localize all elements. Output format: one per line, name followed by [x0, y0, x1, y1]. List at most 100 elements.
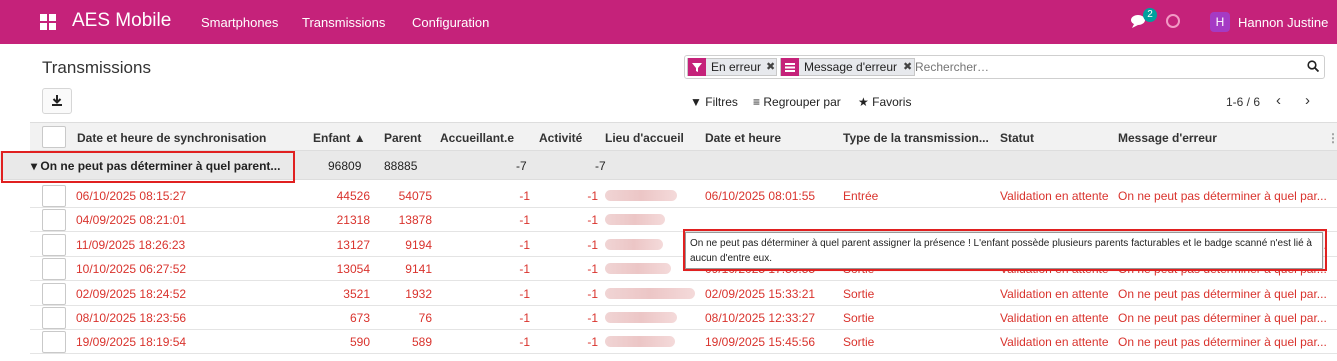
cell-accueillant: -1: [519, 213, 530, 228]
clock-icon[interactable]: [1166, 14, 1180, 28]
avatar[interactable]: H: [1210, 12, 1230, 32]
select-all-checkbox[interactable]: [42, 126, 66, 148]
redacted-lieu: [605, 190, 677, 201]
cell-statut: Validation en attente: [1000, 311, 1109, 325]
cell-sync: 10/10/2025 06:27:52: [76, 262, 187, 277]
filter-icon: ▼: [690, 95, 702, 109]
row-checkbox[interactable]: [42, 282, 66, 305]
remove-facet-icon[interactable]: ✖: [766, 59, 775, 75]
group-by-button[interactable]: ≡ Regrouper par: [753, 95, 841, 109]
cell-message: On ne peut pas déterminer à quel par...: [1118, 286, 1327, 301]
user-name[interactable]: Hannon Justine: [1238, 15, 1328, 30]
pager-next-icon[interactable]: ›: [1305, 92, 1310, 109]
cell-message: On ne peut pas déterminer à quel par...: [1118, 311, 1327, 325]
pager-previous-icon[interactable]: ‹: [1276, 92, 1281, 109]
redacted-lieu: [605, 263, 671, 275]
cell-parent: 9141: [405, 262, 432, 277]
remove-facet-icon[interactable]: ✖: [903, 59, 912, 75]
cell-accueillant: -1: [519, 262, 530, 277]
row-checkbox[interactable]: [42, 331, 66, 354]
cell-enfant: 3521: [343, 286, 370, 301]
search-icon[interactable]: [1307, 60, 1319, 72]
row-checkbox[interactable]: [42, 258, 66, 281]
favorites-button[interactable]: ★ Favoris: [858, 95, 911, 109]
cell-activite: -1: [587, 262, 598, 277]
table-row[interactable]: 19/09/2025 18:19:54 590 589 -1 -1 19/09/2025 …: [30, 330, 1337, 355]
cell-accueillant: -1: [519, 237, 530, 252]
table-header: Date et heure de synchronisation Enfant …: [30, 122, 1337, 151]
col-statut[interactable]: Statut: [1000, 131, 1034, 145]
apps-grid-icon[interactable]: [40, 14, 56, 30]
pager-value[interactable]: 1-6 / 6: [1226, 95, 1260, 109]
page-title: Transmissions: [42, 58, 151, 77]
cell-activite: -1: [587, 213, 598, 228]
cell-type: Entrée: [843, 189, 879, 203]
row-checkbox[interactable]: [42, 307, 66, 329]
filters-button[interactable]: ▼ Filtres: [690, 95, 738, 109]
chat-count-badge: 2: [1143, 8, 1157, 22]
column-options-icon[interactable]: ⋮: [1327, 131, 1337, 145]
favorites-label: Favoris: [872, 95, 912, 109]
cell-enfant: 13054: [336, 262, 370, 277]
col-activite[interactable]: Activité: [539, 131, 582, 145]
list-icon: [781, 58, 799, 76]
group-accueillant-sum: -7: [516, 159, 527, 173]
cell-enfant: 13127: [336, 237, 370, 252]
cell-message: On ne peut pas déterminer à quel par...: [1118, 189, 1327, 203]
cell-type: Sortie: [843, 311, 875, 325]
col-sync[interactable]: Date et heure de synchronisation: [77, 131, 266, 145]
cell-enfant: 590: [349, 335, 370, 350]
facet-en-erreur[interactable]: En erreur ✖: [687, 58, 777, 76]
cell-activite: -1: [587, 237, 598, 252]
search-bar[interactable]: En erreur ✖ Message d'erreur ✖: [684, 55, 1325, 79]
cell-activite: -1: [587, 335, 598, 350]
col-enfant-label: Enfant: [313, 131, 351, 145]
download-button[interactable]: [42, 88, 72, 114]
menu-configuration[interactable]: Configuration: [412, 15, 489, 30]
filter-icon: [688, 58, 706, 76]
row-checkbox[interactable]: [42, 209, 66, 232]
top-navbar: AES Mobile Smartphones Transmissions Con…: [0, 0, 1337, 44]
cell-sync: 06/10/2025 08:15:27: [76, 189, 187, 203]
cell-parent: 9194: [405, 237, 432, 252]
search-input[interactable]: [915, 58, 1285, 76]
cell-sync: 02/09/2025 18:24:52: [76, 286, 187, 301]
group-activite-sum: -7: [595, 159, 606, 173]
col-parent[interactable]: Parent: [384, 131, 421, 145]
table-row[interactable]: 08/10/2025 18:23:56 673 76 -1 -1 08/10/2025 1…: [30, 306, 1337, 330]
redacted-lieu: [605, 336, 675, 348]
table-row[interactable]: 06/10/2025 08:15:27 44526 54075 -1 -1 06/10/2…: [30, 184, 1337, 208]
cell-parent: 13878: [398, 213, 432, 228]
group-parent-sum: 88885: [384, 159, 418, 173]
menu-smartphones[interactable]: Smartphones: [201, 15, 278, 30]
highlight-tooltip: [683, 229, 1327, 271]
facet-message-erreur[interactable]: Message d'erreur ✖: [780, 58, 915, 76]
cell-sync: 08/10/2025 18:23:56: [76, 311, 187, 325]
download-icon: [52, 95, 62, 106]
menu-transmissions[interactable]: Transmissions: [302, 15, 385, 30]
col-date-heure[interactable]: Date et heure: [705, 131, 781, 145]
cell-enfant: 44526: [336, 189, 370, 203]
col-type[interactable]: Type de la transmission...: [843, 131, 989, 145]
col-enfant[interactable]: Enfant ▲: [313, 131, 366, 145]
cell-date: 08/10/2025 12:33:27: [705, 311, 816, 325]
row-checkbox[interactable]: [42, 233, 66, 256]
cell-accueillant: -1: [519, 189, 530, 203]
table-row[interactable]: 02/09/2025 18:24:52 3521 1932 -1 -1 02/09/202…: [30, 282, 1337, 306]
cell-message: On ne peut pas déterminer à quel par...: [1118, 335, 1327, 350]
row-checkbox[interactable]: [42, 185, 66, 207]
redacted-lieu: [605, 238, 663, 250]
cell-activite: -1: [587, 189, 598, 203]
highlight-group-label: [1, 151, 295, 183]
redacted-lieu: [605, 214, 665, 226]
col-message[interactable]: Message d'erreur: [1118, 131, 1217, 145]
cell-statut: Validation en attente: [1000, 286, 1109, 301]
col-accueillant[interactable]: Accueillant.e: [440, 131, 514, 145]
facet-label: En erreur: [711, 60, 762, 74]
app-brand[interactable]: AES Mobile: [72, 10, 171, 32]
cell-parent: 589: [411, 335, 432, 350]
cell-parent: 76: [418, 311, 432, 325]
sort-up-icon: ▲: [353, 131, 366, 145]
cell-activite: -1: [587, 311, 598, 325]
col-lieu[interactable]: Lieu d'accueil: [605, 131, 684, 145]
